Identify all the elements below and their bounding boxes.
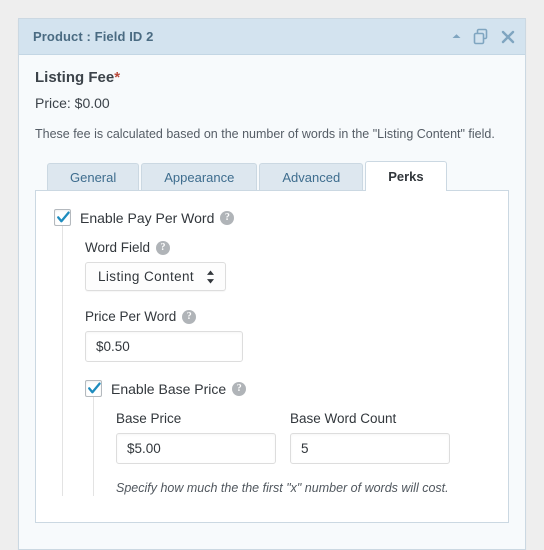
enable-base-price-text: Enable Base Price	[111, 380, 227, 397]
word-field-select-wrap: Listing Content	[85, 262, 226, 292]
word-field-select[interactable]: Listing Content	[85, 262, 226, 292]
panel-header: Product : Field ID 2	[19, 19, 525, 55]
price-per-word-label-text: Price Per Word	[85, 309, 177, 325]
base-price-hint: Specify how much the the first "x" numbe…	[116, 481, 449, 496]
tab-general[interactable]: General	[47, 163, 140, 192]
help-icon[interactable]: ?	[156, 240, 171, 255]
panel-body: Listing Fee* Price: $0.00 These fee is c…	[19, 55, 525, 549]
duplicate-icon[interactable]	[473, 28, 490, 45]
help-icon[interactable]: ?	[182, 309, 197, 324]
enable-base-price-row: Enable Base Price ?	[85, 380, 490, 398]
price-per-word-input[interactable]	[85, 331, 243, 363]
tab-advanced[interactable]: Advanced	[259, 163, 364, 192]
help-icon[interactable]: ?	[220, 210, 235, 225]
pay-per-word-settings: Word Field ? Listing Content Price Per W…	[62, 226, 490, 497]
word-field-label: Word Field ?	[85, 240, 490, 255]
enable-pay-per-word-row: Enable Pay Per Word ?	[54, 209, 490, 227]
fee-description: These fee is calculated based on the num…	[35, 126, 495, 141]
product-field-panel: Product : Field ID 2 Listing Fee* Price:…	[18, 18, 526, 550]
tab-appearance[interactable]: Appearance	[141, 163, 258, 192]
tab-bar: General Appearance Advanced Perks	[35, 160, 509, 192]
help-icon[interactable]: ?	[232, 381, 247, 396]
required-marker: *	[114, 69, 121, 86]
base-word-count-input[interactable]	[290, 433, 450, 465]
enable-pay-per-word-checkbox[interactable]	[54, 209, 71, 227]
base-price-group: Base Price	[116, 411, 276, 465]
enable-pay-per-word-text: Enable Pay Per Word	[80, 209, 215, 226]
price-per-word-label: Price Per Word ?	[85, 309, 490, 324]
fee-title: Listing Fee*	[35, 69, 509, 87]
base-price-settings: Base Price Base Word Count Specify how m…	[93, 397, 490, 497]
tab-perks[interactable]: Perks	[365, 161, 447, 192]
enable-pay-per-word-label: Enable Pay Per Word ?	[80, 209, 235, 226]
perks-tab-panel: Enable Pay Per Word ? Word Field ? Listi…	[35, 190, 509, 524]
word-field-label-text: Word Field	[85, 240, 151, 256]
base-price-label: Base Price	[116, 411, 182, 427]
base-word-count-label: Base Word Count	[290, 411, 397, 427]
panel-title: Product : Field ID 2	[33, 29, 154, 44]
close-icon[interactable]	[501, 30, 515, 44]
enable-base-price-label: Enable Base Price ?	[111, 380, 247, 397]
fee-price-line: Price: $0.00	[35, 95, 110, 111]
collapse-caret-icon[interactable]	[451, 31, 462, 42]
fee-title-text: Listing Fee	[35, 69, 115, 86]
base-price-fields: Base Price Base Word Count	[116, 411, 490, 465]
enable-base-price-checkbox[interactable]	[85, 380, 102, 398]
panel-header-actions	[451, 28, 515, 45]
base-price-input[interactable]	[116, 433, 276, 465]
base-word-count-group: Base Word Count	[290, 411, 450, 465]
